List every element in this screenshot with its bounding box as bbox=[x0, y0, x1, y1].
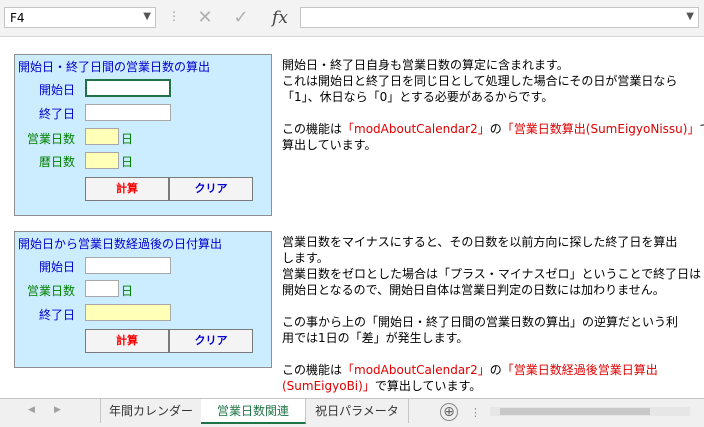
name-box[interactable]: F4 ▼ bbox=[4, 7, 156, 28]
calc-button[interactable]: 計算 bbox=[85, 329, 169, 353]
day-unit: 日 bbox=[121, 155, 134, 169]
note-segment: で算出しています。 bbox=[374, 379, 482, 393]
name-box-value: F4 bbox=[10, 11, 25, 25]
end-date-label: 終了日 bbox=[39, 107, 76, 121]
note-segment: の bbox=[489, 363, 502, 377]
function-name: 「営業日数経過後営業日算出 bbox=[501, 363, 658, 377]
note-line: 開始日となるので、開始日自体は営業日判定の日数には加わりません。 bbox=[282, 283, 665, 297]
horizontal-scrollbar[interactable] bbox=[490, 407, 690, 416]
chevron-down-icon[interactable]: ▼ bbox=[686, 11, 694, 22]
business-days-input[interactable] bbox=[85, 280, 119, 297]
tab-annual-calendar[interactable]: 年間カレンダー bbox=[100, 399, 202, 423]
note-line: この機能は「modAboutCalendar2」の「営業日数算出(SumEigy… bbox=[282, 121, 704, 138]
start-date-input[interactable] bbox=[85, 257, 171, 274]
note-line: (SumEigyoBi)」で算出しています。 bbox=[282, 378, 481, 395]
drag-handle-icon[interactable]: ⋮ bbox=[168, 9, 180, 23]
insert-function-icon[interactable]: fx bbox=[268, 6, 292, 30]
day-unit: 日 bbox=[121, 284, 134, 298]
cancel-icon[interactable]: ✕ bbox=[190, 6, 220, 30]
check-icon[interactable]: ✓ bbox=[226, 6, 256, 30]
tab-holiday-params[interactable]: 祝日パラメータ bbox=[306, 399, 409, 423]
note-line: 開始日・終了日自身も営業日数の算定に含まれます。 bbox=[282, 58, 569, 72]
note-line: この機能は「modAboutCalendar2」の「営業日数経過後営業日算出 bbox=[282, 362, 658, 379]
tab-business-days[interactable]: 営業日数関連 bbox=[201, 399, 306, 424]
function-name: (SumEigyoBi)」 bbox=[282, 379, 375, 393]
module-name: 「modAboutCalendar2」 bbox=[342, 122, 490, 136]
chevron-down-icon[interactable]: ▼ bbox=[143, 11, 151, 22]
end-date-input[interactable] bbox=[85, 104, 171, 121]
note-segment: この機能は bbox=[282, 122, 343, 136]
business-days-label: 営業日数 bbox=[27, 284, 76, 298]
day-unit: 日 bbox=[121, 132, 134, 146]
more-icon[interactable]: ⋮ bbox=[470, 406, 481, 419]
start-date-input[interactable] bbox=[85, 79, 171, 97]
note-line: 営業日数をマイナスにすると、その日数を以前方向に探した終了日を算出 bbox=[282, 235, 678, 249]
note-line: 用では1日の「差」が発生します。 bbox=[282, 331, 469, 345]
note-line: 営業日数をゼロとした場合は「プラス・マイナスゼロ」ということで終了日は bbox=[282, 267, 702, 281]
date-after-bizdays-panel: 開始日から営業日数経過後の日付算出 開始日 営業日数 日 終了日 計算 クリア bbox=[14, 231, 272, 368]
formula-input[interactable]: ▼ bbox=[300, 7, 699, 28]
function-name: 「営業日数算出(SumEigyoNissu)」 bbox=[501, 122, 700, 136]
end-date-label: 終了日 bbox=[39, 308, 76, 322]
calendar-days-label: 暦日数 bbox=[39, 155, 76, 169]
note-line: 「1」、休日なら「0」とする必要があるからです。 bbox=[282, 90, 554, 104]
note-segment: この機能は bbox=[282, 363, 343, 377]
module-name: 「modAboutCalendar2」 bbox=[342, 363, 490, 377]
panel-title: 開始日・終了日間の営業日数の算出 bbox=[18, 60, 211, 74]
end-date-output bbox=[85, 304, 171, 321]
clear-button[interactable]: クリア bbox=[169, 177, 253, 201]
note-segment: の bbox=[489, 122, 502, 136]
sheet-tab-bar: ◀ ▶ 年間カレンダー 営業日数関連 祝日パラメータ ⊕ ⋮ bbox=[0, 398, 704, 427]
calc-button[interactable]: 計算 bbox=[85, 177, 169, 201]
business-days-label: 営業日数 bbox=[27, 132, 76, 146]
start-date-label: 開始日 bbox=[39, 260, 76, 274]
scroll-left-icon[interactable]: ◀ bbox=[28, 405, 35, 415]
business-days-output bbox=[85, 128, 119, 145]
start-date-label: 開始日 bbox=[39, 83, 76, 97]
add-sheet-icon[interactable]: ⊕ bbox=[440, 403, 458, 421]
note-line: 算出しています。 bbox=[282, 138, 377, 152]
note-segment: で bbox=[699, 122, 704, 136]
bizdays-between-panel: 開始日・終了日間の営業日数の算出 開始日 終了日 営業日数 日 暦日数 日 計算… bbox=[14, 54, 272, 216]
note-line: します。 bbox=[282, 251, 329, 265]
panel-title: 開始日から営業日数経過後の日付算出 bbox=[18, 237, 223, 251]
note-line: これは開始日と終了日を同じ日として処理した場合にその日が営業日なら bbox=[282, 74, 678, 88]
scroll-right-icon[interactable]: ▶ bbox=[54, 405, 61, 415]
calendar-days-output bbox=[85, 152, 119, 169]
formula-bar: F4 ▼ ⋮ ✕ ✓ fx ▼ bbox=[0, 0, 704, 37]
clear-button[interactable]: クリア bbox=[169, 329, 253, 353]
scrollbar-thumb[interactable] bbox=[500, 408, 650, 415]
note-line: この事から上の「開始日・終了日間の営業日数の算出」の逆算だという利 bbox=[282, 315, 679, 329]
